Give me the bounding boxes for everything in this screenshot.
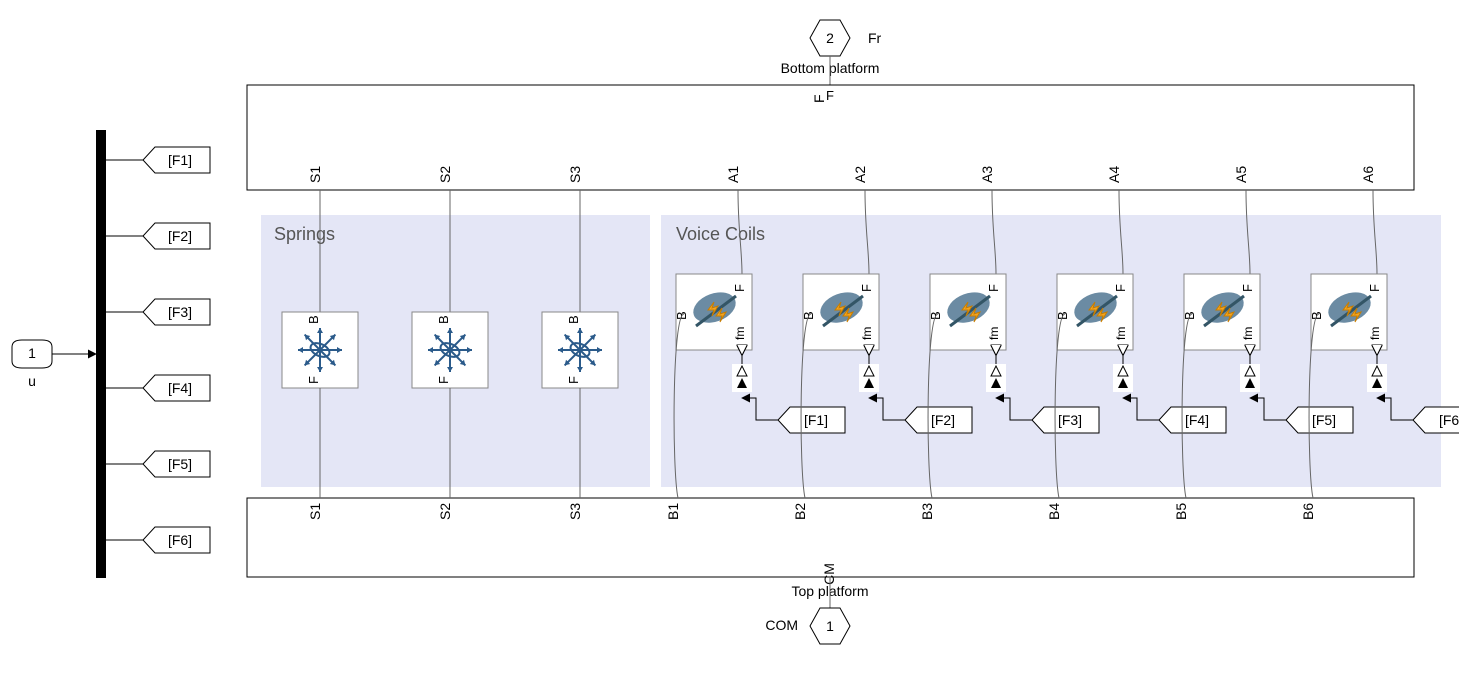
- from-tag: [F4]: [1159, 407, 1226, 433]
- goto-tag: [F3]: [143, 299, 210, 325]
- from-tag: [F3]: [1032, 407, 1099, 433]
- voice-coil-icon: BFfm: [1309, 274, 1387, 350]
- goto-tag-label: [F6]: [168, 532, 192, 548]
- bottom-platform-actuator-port: A2: [852, 166, 868, 183]
- top-hex-number: 2: [826, 30, 834, 46]
- top-hex-connector: 2 Fr: [810, 20, 882, 56]
- spring-port-b: B: [566, 315, 581, 324]
- voice-coil-icon: BFfm: [674, 274, 752, 350]
- top-platform-spring-port: S1: [307, 503, 323, 520]
- from-tag-label: [F1]: [804, 412, 828, 428]
- vc-port-fm: fm: [1368, 327, 1382, 340]
- bottom-platform-actuator-port: A5: [1233, 166, 1249, 183]
- bottom-platform-actuator-port: A6: [1360, 166, 1376, 183]
- spring-port-f: F: [566, 376, 581, 384]
- vc-port-fm: fm: [1114, 327, 1128, 340]
- goto-tag: [F5]: [143, 451, 210, 477]
- bottom-platform-spring-port: S1: [307, 166, 323, 183]
- from-tag-label: [F4]: [1185, 412, 1209, 428]
- goto-tag-label: [F1]: [168, 152, 192, 168]
- springs-group-title: Springs: [274, 224, 335, 244]
- vc-port-fm: fm: [987, 327, 1001, 340]
- bottom-platform-spring-port: S3: [567, 166, 583, 183]
- spring-icon: BF: [282, 312, 358, 388]
- from-tag-label: [F2]: [931, 412, 955, 428]
- vc-port-fm: fm: [1241, 327, 1255, 340]
- from-tag-label: [F3]: [1058, 412, 1082, 428]
- bottom-platform-actuator-port: A1: [725, 166, 741, 183]
- input-port: 1 u: [12, 340, 52, 389]
- bottom-platform-actuator-port: A3: [979, 166, 995, 183]
- voice-coil-icon: BFfm: [801, 274, 879, 350]
- top-platform-point-port: B1: [665, 503, 681, 520]
- top-hex-label: Fr: [868, 30, 882, 46]
- from-tag: [F2]: [905, 407, 972, 433]
- spring-port-b: B: [306, 315, 321, 324]
- goto-tag-label: [F2]: [168, 228, 192, 244]
- vc-port-f: F: [1367, 284, 1382, 292]
- goto-tag: [F6]: [143, 527, 210, 553]
- from-tag: [F5]: [1286, 407, 1353, 433]
- spring-icon: BF: [412, 312, 488, 388]
- top-platform-point-port: B6: [1300, 503, 1316, 520]
- top-platform-point-port: B4: [1046, 503, 1062, 520]
- top-platform-port-label: CM: [821, 563, 837, 585]
- goto-tag: [F1]: [143, 147, 210, 173]
- com-out-hex: 1: [810, 608, 850, 644]
- voice-coils-group-title: Voice Coils: [676, 224, 765, 244]
- vc-port-f: F: [1113, 284, 1128, 292]
- spring-icon: BF: [542, 312, 618, 388]
- goto-tag: [F2]: [143, 223, 210, 249]
- com-out-number: 1: [826, 618, 834, 634]
- goto-tag: [F4]: [143, 375, 210, 401]
- com-out-label: COM: [765, 617, 798, 633]
- top-platform-spring-port: S3: [567, 503, 583, 520]
- from-tag-label: [F5]: [1312, 412, 1336, 428]
- input-port-number: 1: [28, 345, 36, 361]
- spring-port-b: B: [436, 315, 451, 324]
- vc-port-f: F: [986, 284, 1001, 292]
- from-tag-label: [F6]: [1439, 412, 1459, 428]
- top-platform-point-port: B3: [919, 503, 935, 520]
- goto-tag-label: [F4]: [168, 380, 192, 396]
- from-tag: [F1]: [778, 407, 845, 433]
- spring-port-f: F: [436, 376, 451, 384]
- voice-coil-icon: BFfm: [928, 274, 1006, 350]
- voice-coil-icon: BFfm: [1055, 274, 1133, 350]
- top-platform-spring-port: S2: [437, 503, 453, 520]
- vc-port-f: F: [859, 284, 874, 292]
- vc-port-f: F: [1240, 284, 1255, 292]
- vc-port-f: F: [732, 284, 747, 292]
- voice-coil-icon: BFfm: [1182, 274, 1260, 350]
- bottom-platform-actuator-port: A4: [1106, 166, 1122, 183]
- demux-bar: [96, 130, 106, 578]
- top-platform-point-port: B2: [792, 503, 808, 520]
- vc-port-fm: fm: [860, 327, 874, 340]
- bottom-platform-port-label: F: [811, 94, 827, 103]
- vc-port-fm: fm: [733, 327, 747, 340]
- top-platform-point-port: B5: [1173, 503, 1189, 520]
- bottom-platform-spring-port: S2: [437, 166, 453, 183]
- voice-coils-group: [661, 215, 1441, 487]
- input-port-label: u: [28, 373, 36, 389]
- spring-port-f: F: [306, 376, 321, 384]
- goto-tag-label: [F3]: [168, 304, 192, 320]
- goto-tag-label: [F5]: [168, 456, 192, 472]
